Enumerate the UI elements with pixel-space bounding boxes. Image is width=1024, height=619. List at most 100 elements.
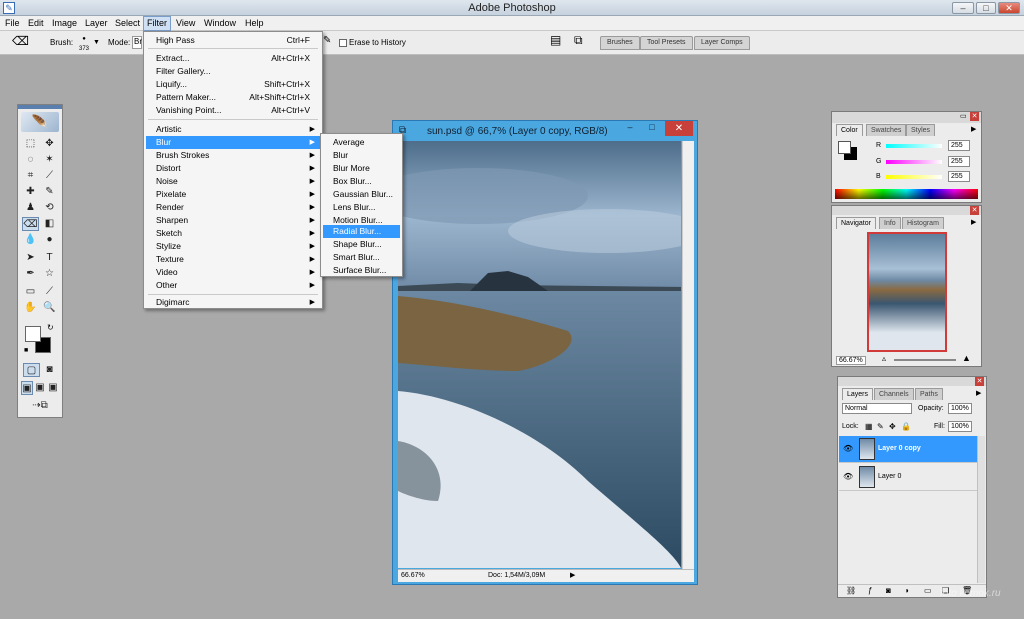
tab-swatches[interactable]: Swatches (866, 124, 907, 136)
menu-item-other[interactable]: Other ▶ (146, 279, 320, 292)
menu-item-brush-strokes[interactable]: Brush Strokes ▶ (146, 149, 320, 162)
navigator-thumbnail[interactable] (867, 232, 947, 352)
magic-wand-tool-icon[interactable]: ✶ (41, 153, 58, 167)
menu-item-distort[interactable]: Distort ▶ (146, 162, 320, 175)
layer-row[interactable]: 👁 Layer 0 (839, 464, 978, 491)
eraser-tool-icon[interactable]: ⌫ (22, 217, 39, 231)
menu-item-high-pass[interactable]: High Pass Ctrl+F (146, 34, 320, 47)
menu-item-blur-more[interactable]: Blur More (323, 162, 400, 175)
menu-item-gaussian-blur[interactable]: Gaussian Blur... (323, 188, 400, 201)
gradient-tool-icon[interactable]: ◧ (41, 217, 58, 231)
shape-tool-icon[interactable]: ☆ (41, 267, 58, 281)
screen-mode-full-icon[interactable]: ▣ (47, 381, 59, 395)
menu-item-vanishing-point[interactable]: Vanishing Point... Alt+Ctrl+V (146, 104, 320, 117)
tab-layers[interactable]: Layers (842, 388, 874, 400)
blend-mode-select[interactable]: Normal (842, 403, 912, 414)
opacity-value[interactable]: 100% (948, 403, 972, 414)
channel-r-value[interactable]: 255 (948, 140, 970, 151)
well-tool-presets[interactable]: Tool Presets (640, 36, 693, 50)
close-button[interactable]: ✕ (998, 2, 1020, 14)
menu-item-blur-simple[interactable]: Blur (323, 149, 400, 162)
menu-item-artistic[interactable]: Artistic ▶ (146, 123, 320, 136)
menu-filter[interactable]: Filter (143, 16, 171, 31)
channel-b-slider[interactable] (886, 175, 942, 179)
swap-colors-icon[interactable]: ↻ (47, 323, 54, 332)
menu-file[interactable]: File (2, 16, 23, 31)
brush-tool-icon[interactable]: ✎ (41, 185, 58, 199)
palette-well-icon[interactable]: ⧉ (574, 34, 583, 46)
foreground-color-swatch[interactable] (25, 326, 41, 342)
screen-mode-standard-icon[interactable]: ▣ (21, 381, 33, 395)
tab-color[interactable]: Color (836, 124, 863, 136)
panel-menu-icon[interactable]: ▶ (976, 389, 981, 397)
menu-item-extract[interactable]: Extract... Alt+Ctrl+X (146, 52, 320, 65)
menu-item-average[interactable]: Average (323, 136, 400, 149)
panel-menu-icon[interactable]: ▶ (971, 125, 976, 133)
marquee-tool-icon[interactable]: ⬚ (22, 137, 39, 151)
panel-close-icon[interactable]: ✕ (970, 112, 979, 121)
history-brush-tool-icon[interactable]: ⟲ (41, 201, 58, 215)
crop-tool-icon[interactable]: ⌗ (22, 169, 39, 183)
zoom-tool-icon[interactable]: 🔍 (41, 301, 58, 315)
menu-item-digimarc[interactable]: Digimarc ▶ (146, 296, 320, 309)
erase-to-history-checkbox[interactable] (339, 39, 347, 47)
zoom-slider[interactable] (894, 359, 956, 361)
screen-mode-menus-icon[interactable]: ▣ (34, 381, 46, 395)
menu-edit[interactable]: Edit (25, 16, 47, 31)
zoom-out-icon[interactable]: ▵ (882, 354, 886, 363)
brush-picker[interactable]: ● 373 (77, 34, 91, 54)
channel-b-value[interactable]: 255 (948, 171, 970, 182)
well-layer-comps[interactable]: Layer Comps (694, 36, 750, 50)
file-browser-icon[interactable]: ▤ (550, 34, 561, 46)
jump-to-imageready-icon[interactable]: ⇢⧉ (26, 399, 54, 413)
lasso-tool-icon[interactable]: ◌ (22, 153, 39, 167)
maximize-button[interactable]: □ (976, 2, 996, 14)
panel-menu-icon[interactable]: ▶ (971, 218, 976, 226)
type-tool-icon[interactable]: T (41, 251, 58, 265)
menu-item-texture[interactable]: Texture ▶ (146, 253, 320, 266)
menu-item-liquify[interactable]: Liquify... Shift+Ctrl+X (146, 78, 320, 91)
menu-view[interactable]: View (173, 16, 198, 31)
tab-navigator[interactable]: Navigator (836, 217, 876, 229)
vertical-scrollbar[interactable] (682, 141, 694, 569)
layer-row[interactable]: 👁 Layer 0 copy (839, 436, 978, 463)
menu-item-video[interactable]: Video ▶ (146, 266, 320, 279)
tab-paths[interactable]: Paths (915, 388, 943, 400)
tab-info[interactable]: Info (879, 217, 901, 229)
link-layers-icon[interactable]: ⛓ (846, 586, 856, 595)
blur-tool-icon[interactable]: 💧 (22, 233, 39, 247)
menu-help[interactable]: Help (242, 16, 267, 31)
lock-pixels-icon[interactable]: ✎ (877, 422, 884, 431)
menu-item-shape-blur[interactable]: Shape Blur... (323, 238, 400, 251)
doc-close-button[interactable]: ✕ (665, 121, 693, 136)
pen-tool-icon[interactable]: ✒ (22, 267, 39, 281)
menu-item-surface-blur[interactable]: Surface Blur... (323, 264, 400, 277)
menu-window[interactable]: Window (201, 16, 239, 31)
panel-close-icon[interactable]: ✕ (975, 377, 984, 386)
lock-transparency-icon[interactable]: ▦ (865, 422, 873, 431)
well-brushes[interactable]: Brushes (600, 36, 640, 50)
panel-minimize-icon[interactable]: ▭ (960, 112, 967, 120)
layer-style-icon[interactable]: ƒ (868, 586, 872, 595)
channel-g-slider[interactable] (886, 160, 942, 164)
eraser-preset-icon[interactable]: ⌫ (12, 35, 29, 47)
channel-g-value[interactable]: 255 (948, 156, 970, 167)
tab-channels[interactable]: Channels (874, 388, 914, 400)
minimize-button[interactable]: – (952, 2, 974, 14)
menu-item-pattern-maker[interactable]: Pattern Maker... Alt+Shift+Ctrl+X (146, 91, 320, 104)
menu-item-noise[interactable]: Noise ▶ (146, 175, 320, 188)
menu-item-sketch[interactable]: Sketch ▶ (146, 227, 320, 240)
menu-item-lens-blur[interactable]: Lens Blur... (323, 201, 400, 214)
photoshop-feather-logo[interactable]: 🪶 (21, 112, 59, 132)
airbrush-icon[interactable]: ✎ (323, 36, 331, 46)
menu-select[interactable]: Select (112, 16, 143, 31)
mode-select[interactable]: Br (132, 36, 142, 49)
color-spectrum-ramp[interactable] (835, 189, 978, 199)
menu-layer[interactable]: Layer (82, 16, 111, 31)
zoom-readout[interactable]: 66.67% (401, 572, 425, 579)
visibility-eye-icon[interactable]: 👁 (843, 472, 853, 481)
menu-item-filter-gallery[interactable]: Filter Gallery... (146, 65, 320, 78)
dodge-tool-icon[interactable]: ● (41, 233, 58, 247)
hand-tool-icon[interactable]: ✋ (22, 301, 39, 315)
doc-minimize-button[interactable]: – (621, 122, 639, 135)
